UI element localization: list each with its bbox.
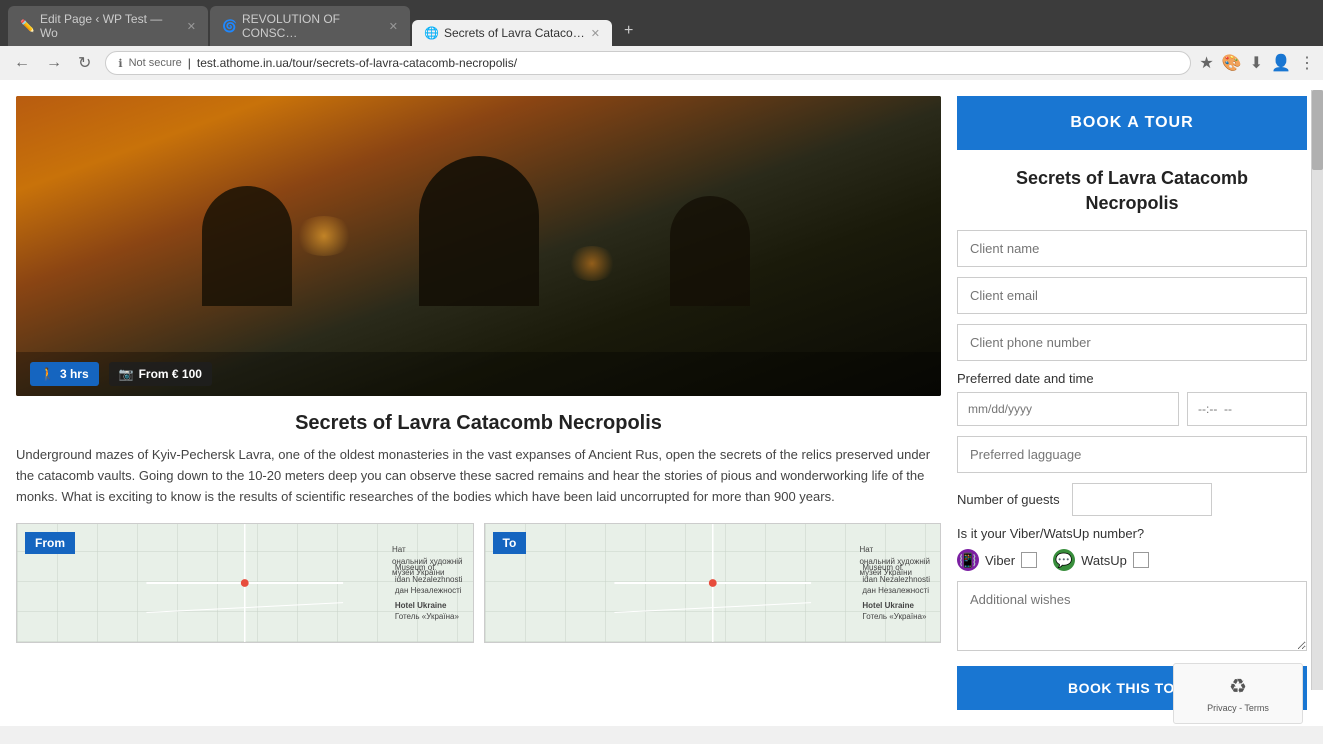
map-to: To Map Satellite ⛶ Museum of idan Nezale… [484,523,942,643]
viber-options: 📳 Viber 💬 WatsUp [957,549,1307,571]
tab-3-close[interactable]: ✕ [591,27,600,40]
viber-label: Viber [985,553,1015,568]
maps-row: From Map Satellite ⛶ Museum of idan Neza… [16,523,941,643]
booking-form: BOOK A TOUR Secrets of Lavra Catacomb Ne… [957,96,1307,710]
watsup-label: WatsUp [1081,553,1127,568]
price-text: From € 100 [139,367,202,381]
address-bar-row: ← → ↻ ℹ Not secure | test.athome.in.ua/t… [0,46,1323,80]
map-to-grid: Museum of idan Nezalezhnosti дан Незалеж… [485,524,941,642]
back-button[interactable]: ← [8,52,36,74]
tab-3-label: Secrets of Lavra Cataco… [444,26,585,40]
price-badge: 📷 From € 100 [109,362,212,386]
client-name-input[interactable] [957,230,1307,267]
toolbar-right: ★ 🎨 ⬇ 👤 ⋮ [1199,53,1315,73]
form-title: Secrets of Lavra Catacomb Necropolis [957,166,1307,216]
page-content: KYIV 🚶 3 hrs 📷 From € 100 Secrets of [0,80,1323,726]
theme-icon[interactable]: 🎨 [1222,53,1242,73]
reload-button[interactable]: ↻ [72,51,97,75]
scrollbar[interactable] [1311,90,1323,690]
book-tour-button[interactable]: BOOK A TOUR [957,96,1307,150]
tab-2-favicon: 🌀 [222,19,236,33]
to-button[interactable]: To [493,532,527,554]
viber-row: Is it your Viber/WatsUp number? 📳 Viber … [957,526,1307,571]
tab-2-label: REVOLUTION OF CONSC… [242,12,383,40]
language-input[interactable] [957,436,1307,473]
nav-buttons: ← → ↻ [8,51,97,75]
bookmark-icon[interactable]: ★ [1199,53,1213,73]
client-email-input[interactable] [957,277,1307,314]
not-secure-label: Not secure [129,57,182,69]
watsup-checkbox[interactable] [1133,552,1149,568]
url-separator: | [188,56,191,70]
tab-3[interactable]: 🌐 Secrets of Lavra Cataco… ✕ [412,20,612,46]
tab-bar: ✏️ Edit Page ‹ WP Test — Wo ✕ 🌀 REVOLUTI… [8,6,1315,46]
lock-icon: ℹ [118,57,122,70]
hero-image: KYIV 🚶 3 hrs 📷 From € 100 [16,96,941,396]
hero-overlay: 🚶 3 hrs 📷 From € 100 [16,352,941,396]
from-button[interactable]: From [25,532,75,554]
tab-1-favicon: ✏️ [20,19,34,33]
date-time-label: Preferred date and time [957,371,1307,386]
date-time-row [957,392,1307,426]
address-bar[interactable]: ℹ Not secure | test.athome.in.ua/tour/se… [105,51,1191,75]
tab-3-favicon: 🌐 [424,26,438,40]
map-to-roads [485,524,941,642]
duration-text: 3 hrs [60,367,89,381]
recaptcha-text: Privacy - Terms [1186,703,1290,713]
forward-button[interactable]: → [40,52,68,74]
wishes-textarea[interactable] [957,581,1307,651]
recaptcha-logo: ♻ [1186,674,1290,699]
viber-checkbox[interactable] [1021,552,1037,568]
tab-2[interactable]: 🌀 REVOLUTION OF CONSC… ✕ [210,6,410,46]
url-text: test.athome.in.ua/tour/secrets-of-lavra-… [197,56,517,70]
map-from-grid: Museum of idan Nezalezhnosti дан Незалеж… [17,524,473,642]
map-from-roads [17,524,473,642]
guests-row: Number of guests [957,483,1307,516]
client-phone-input[interactable] [957,324,1307,361]
duration-badge: 🚶 3 hrs [30,362,99,386]
left-column: KYIV 🚶 3 hrs 📷 From € 100 Secrets of [16,96,941,710]
form-title-line1: Secrets of Lavra Catacomb [1016,168,1248,188]
form-title-line2: Necropolis [1085,193,1178,213]
new-tab-button[interactable]: + [614,16,643,46]
date-input[interactable] [957,392,1179,426]
time-input[interactable] [1187,392,1307,426]
guests-input[interactable] [1072,483,1212,516]
viber-option: 📳 Viber [957,549,1037,571]
scrollbar-thumb[interactable] [1312,90,1323,170]
guests-label: Number of guests [957,492,1060,507]
recaptcha-widget: ♻ Privacy - Terms [1173,663,1303,724]
account-icon[interactable]: 👤 [1271,53,1291,73]
browser-chrome: ✏️ Edit Page ‹ WP Test — Wo ✕ 🌀 REVOLUTI… [0,0,1323,46]
tab-1[interactable]: ✏️ Edit Page ‹ WP Test — Wo ✕ [8,6,208,46]
tab-1-label: Edit Page ‹ WP Test — Wo [40,12,181,40]
tab-2-close[interactable]: ✕ [389,20,398,33]
download-icon[interactable]: ⬇ [1250,53,1263,73]
menu-icon[interactable]: ⋮ [1299,53,1315,73]
viber-icon: 📳 [957,549,979,571]
viber-question-label: Is it your Viber/WatsUp number? [957,526,1144,541]
map-from: From Map Satellite ⛶ Museum of idan Neza… [16,523,474,643]
tour-title: Secrets of Lavra Catacomb Necropolis [16,412,941,435]
watsup-icon: 💬 [1053,549,1075,571]
camera-icon: 📷 [119,367,134,381]
watsup-option: 💬 WatsUp [1053,549,1149,571]
tour-description: Underground mazes of Kyiv-Pechersk Lavra… [16,445,941,507]
duration-icon: 🚶 [40,367,55,381]
tab-1-close[interactable]: ✕ [187,20,196,33]
